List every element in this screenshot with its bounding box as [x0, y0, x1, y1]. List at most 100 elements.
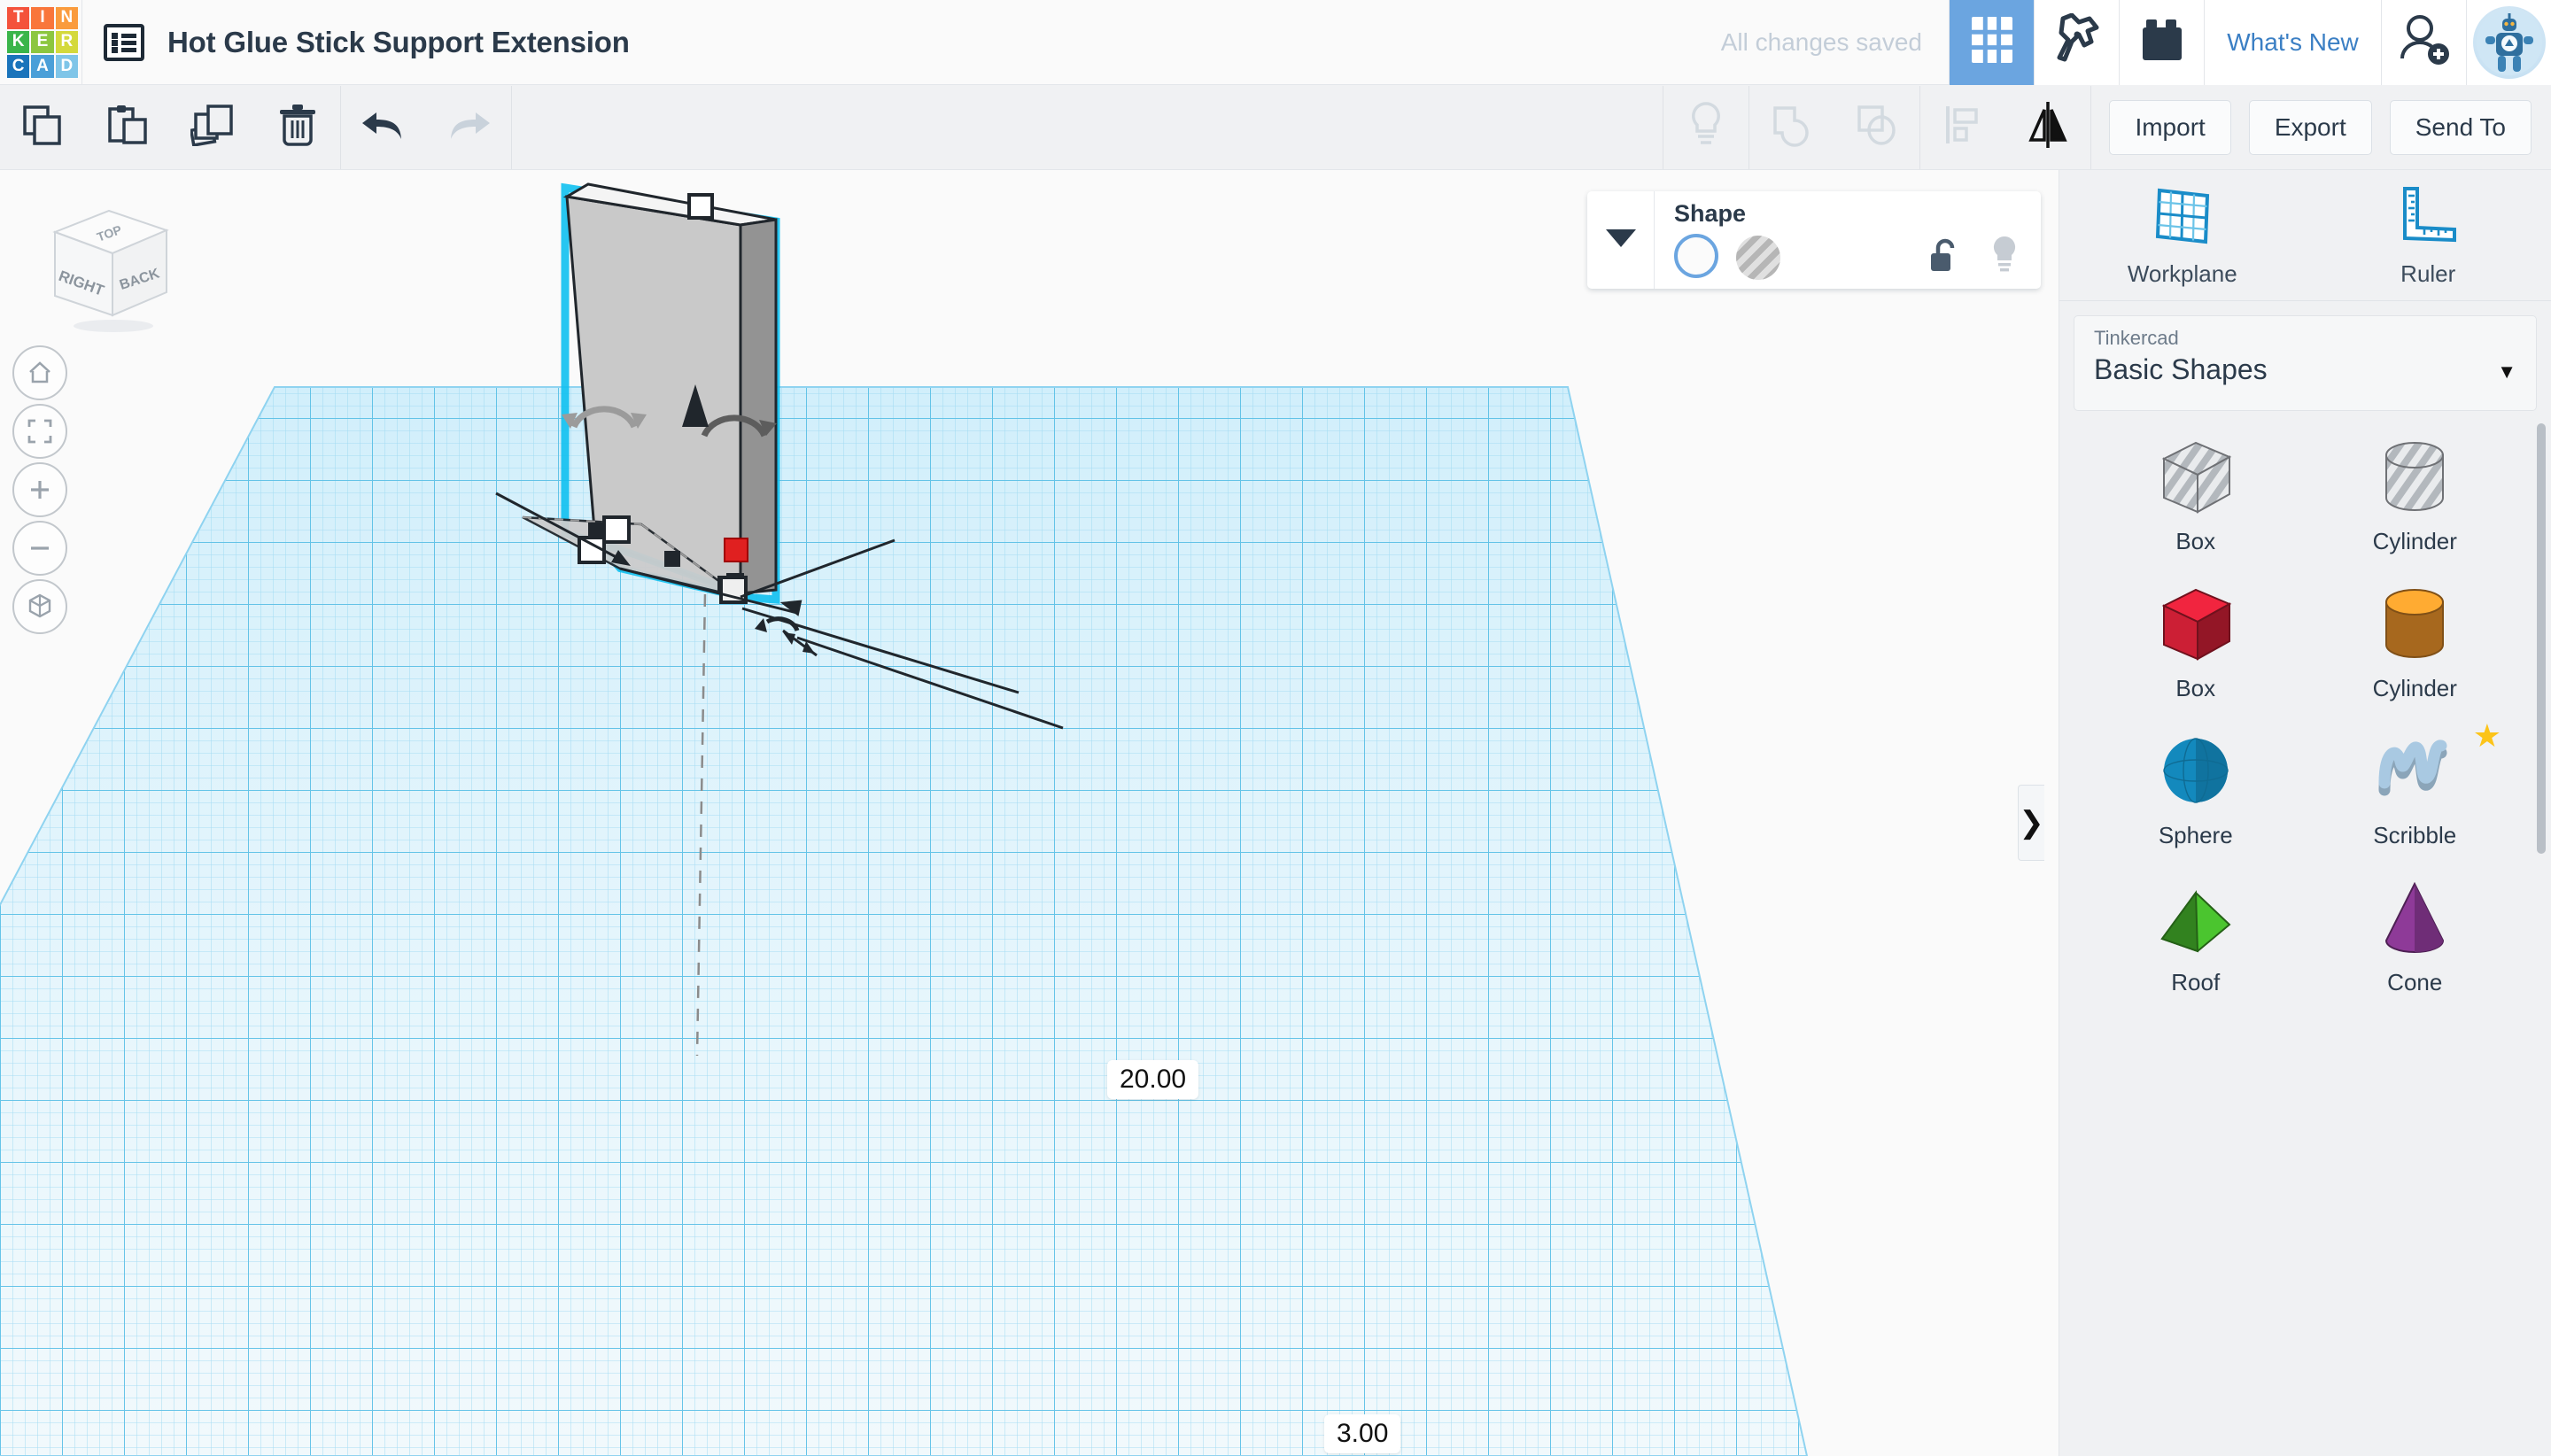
- shape-label: Box: [2175, 675, 2215, 702]
- active-corner-handle[interactable]: [725, 538, 748, 561]
- pickaxe-icon: [2052, 13, 2102, 71]
- shape-label: Cone: [2387, 969, 2442, 996]
- logo-tile-c: C: [7, 55, 29, 77]
- shape-label: Roof: [2171, 969, 2220, 996]
- robot-avatar: [2473, 6, 2546, 79]
- lightbulb-icon[interactable]: [1989, 234, 2020, 279]
- sphere-thumbnail-icon: [2152, 724, 2240, 817]
- ungroup-shapes-icon: [1855, 103, 1899, 151]
- shape-roof[interactable]: Roof: [2086, 871, 2306, 1006]
- redo-button[interactable]: [426, 86, 511, 169]
- fit-to-view-button[interactable]: [12, 404, 67, 459]
- workplane-tool[interactable]: Workplane: [2059, 170, 2306, 300]
- tinkercad-logo[interactable]: TINKERCAD: [4, 4, 81, 81]
- page-title[interactable]: Hot Glue Stick Support Extension: [167, 26, 630, 59]
- logo-tile-i: I: [31, 7, 53, 29]
- chevron-right-icon: ❯: [2019, 805, 2044, 840]
- duplicate-icon: [190, 104, 235, 151]
- sidebar-scrollbar[interactable]: [2537, 423, 2546, 854]
- zoom-in-button[interactable]: [12, 462, 67, 517]
- hole-swatch[interactable]: [1736, 236, 1780, 280]
- shape-label: Cylinder: [2373, 528, 2457, 555]
- height-dimension-label[interactable]: 20.00: [1107, 1060, 1198, 1099]
- logo-tile-a: A: [31, 55, 53, 77]
- header-right-group: All changes saved: [1721, 0, 2551, 85]
- codeblocks-button[interactable]: [2034, 0, 2119, 85]
- sidebar-collapse-tab[interactable]: ❯: [2018, 785, 2044, 861]
- height-resize-handle[interactable]: [689, 195, 712, 218]
- perspective-toggle-button[interactable]: [12, 579, 67, 634]
- grid-icon: [1970, 15, 2014, 69]
- solid-color-swatch[interactable]: [1674, 234, 1718, 278]
- home-view-button[interactable]: [12, 345, 67, 400]
- redo-arrow-icon: [446, 107, 492, 147]
- mirror-flip-icon: [2026, 101, 2070, 153]
- whats-new-link[interactable]: What's New: [2204, 0, 2381, 85]
- export-button[interactable]: Export: [2249, 100, 2372, 155]
- workplane-tool-label: Workplane: [2128, 260, 2237, 288]
- shape-sphere[interactable]: Sphere: [2086, 724, 2306, 859]
- logo-tile-e: E: [31, 31, 53, 53]
- paste-button[interactable]: [85, 86, 170, 169]
- undo-button[interactable]: [341, 86, 426, 169]
- send-to-button[interactable]: Send To: [2390, 100, 2532, 155]
- undo-arrow-icon: [361, 107, 407, 147]
- ruler-tool-label: Ruler: [2400, 260, 2455, 288]
- sidebar-tools-row: Workplane: [2059, 170, 2551, 301]
- shape-box-hole[interactable]: Box: [2086, 430, 2306, 565]
- tinkercad-app: TINKERCAD Hot Glue Stick Support Extensi…: [0, 0, 2551, 1456]
- shape-panel-collapse-button[interactable]: [1587, 191, 1655, 289]
- cylinder-thumbnail-icon: [2370, 430, 2459, 523]
- center-handle[interactable]: [664, 551, 680, 567]
- shape-library-dropdown[interactable]: Tinkercad Basic Shapes ▼: [2074, 315, 2537, 411]
- delete-button[interactable]: [255, 86, 340, 169]
- list-document-icon[interactable]: [104, 24, 144, 61]
- shape-cone[interactable]: Cone: [2306, 871, 2525, 1006]
- invite-people-button[interactable]: [2381, 0, 2466, 85]
- shape-scribble[interactable]: Scribble★: [2306, 724, 2525, 859]
- shape-cylinder-solid[interactable]: Cylinder: [2306, 577, 2525, 712]
- logo-tile-r: R: [56, 31, 78, 53]
- shape-box-solid[interactable]: Box: [2086, 577, 2306, 712]
- shape-cylinder-hole[interactable]: Cylinder: [2306, 430, 2525, 565]
- library-source-label: Tinkercad: [2094, 327, 2516, 350]
- group-button[interactable]: [1749, 86, 1834, 169]
- zoom-out-button[interactable]: [12, 521, 67, 576]
- edge-handle-a[interactable]: [588, 523, 604, 538]
- duplicate-button[interactable]: [170, 86, 255, 169]
- workplane-grid-icon: [2151, 183, 2214, 253]
- view-cube[interactable]: TOP RIGHT BACK: [25, 195, 193, 337]
- logo-tile-n: N: [56, 7, 78, 29]
- corner-handle-a[interactable]: [604, 517, 629, 542]
- copy-button[interactable]: [0, 86, 85, 169]
- triangle-down-icon: [1606, 229, 1636, 252]
- whats-new-label: What's New: [2227, 28, 2359, 57]
- hide-button[interactable]: [1663, 86, 1748, 169]
- align-icon: [1943, 104, 1982, 151]
- library-name-label: Basic Shapes: [2094, 353, 2516, 386]
- cylinder-thumbnail-icon: [2370, 577, 2459, 670]
- ungroup-button[interactable]: [1834, 86, 1919, 169]
- ruler-icon: [2396, 183, 2460, 253]
- shape-label: Box: [2175, 528, 2215, 555]
- ruler-tool[interactable]: Ruler: [2306, 170, 2551, 300]
- align-button[interactable]: [1920, 86, 2005, 169]
- unlock-icon[interactable]: [1929, 236, 1959, 279]
- blocks-button[interactable]: [2119, 0, 2204, 85]
- mirror-button[interactable]: [2005, 86, 2090, 169]
- toolbar-divider-2: [511, 86, 512, 169]
- depth-dimension-label[interactable]: 3.00: [1324, 1414, 1400, 1453]
- box-thumbnail-icon: [2152, 577, 2240, 670]
- design-view-button[interactable]: [1949, 0, 2034, 85]
- import-button[interactable]: Import: [2109, 100, 2230, 155]
- toolbar-divider-6: [2090, 86, 2091, 169]
- cone-thumbnail-icon: [2370, 871, 2459, 964]
- user-avatar-button[interactable]: [2466, 0, 2551, 85]
- 3d-viewport[interactable]: TOP RIGHT BACK: [0, 170, 2059, 1456]
- edit-toolbar: Import Export Send To: [0, 85, 2551, 170]
- brick-icon: [2138, 18, 2186, 66]
- shape-label: Sphere: [2159, 822, 2233, 849]
- logo-divider: [81, 0, 82, 85]
- triangle-down-icon: ▼: [2497, 360, 2516, 383]
- scene-svg: [0, 170, 2059, 1456]
